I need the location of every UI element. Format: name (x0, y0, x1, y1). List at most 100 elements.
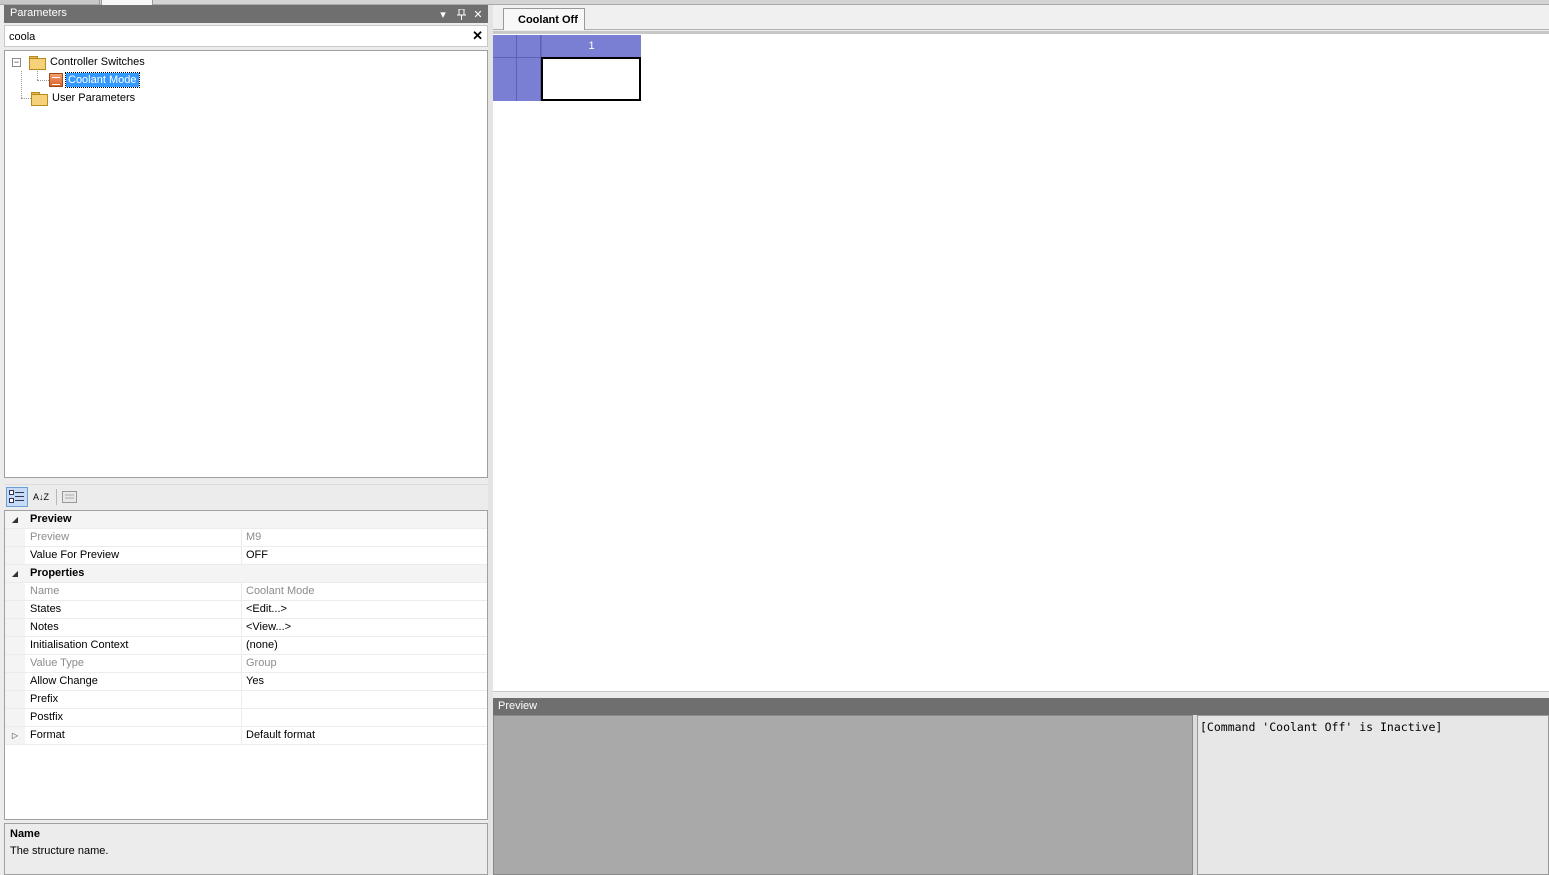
tree-node-label: Coolant Mode (65, 72, 140, 88)
property-row-notes[interactable]: Notes <View...> (5, 619, 487, 637)
folder-icon (31, 92, 48, 106)
property-row-value-type[interactable]: Value Type Group (5, 655, 487, 673)
property-name: Format (30, 729, 65, 741)
tree-node-coolant-mode[interactable]: Coolant Mode (49, 71, 140, 89)
row-gutter (5, 709, 25, 726)
property-value[interactable]: Group (241, 655, 487, 672)
tree-node-controller-switches[interactable]: − Controller Switches (12, 53, 147, 71)
preview-output-pane: [Command 'Coolant Off' is Inactive] (1197, 715, 1549, 875)
property-grid-toolbar: A↓Z (4, 484, 488, 509)
property-name: Value Type (30, 657, 85, 669)
row-gutter (5, 673, 25, 690)
row-gutter (5, 655, 25, 672)
row-gutter (5, 583, 25, 600)
column-header[interactable]: 1 (541, 35, 641, 57)
property-name: States (30, 603, 62, 615)
property-value[interactable]: Default format (241, 727, 487, 744)
row-gutter (5, 547, 25, 564)
row-gutter (5, 601, 25, 618)
grid-cell-selected[interactable] (541, 57, 641, 101)
alphabetical-sort-button[interactable]: A↓Z (30, 487, 52, 507)
tree-guide-line (21, 71, 22, 98)
parameters-panel-title: Parameters (10, 7, 67, 19)
property-name: Prefix (30, 693, 59, 705)
property-row-allow-change[interactable]: Allow Change Yes (5, 673, 487, 691)
row-gutter (5, 529, 25, 546)
parameters-panel-header: Parameters ▾ ✕ (4, 5, 488, 23)
tree-node-user-parameters[interactable]: User Parameters (31, 89, 137, 107)
property-name: Allow Change (30, 675, 98, 687)
preview-canvas (493, 715, 1193, 875)
property-row-value-for-preview[interactable]: Value For Preview OFF (5, 547, 487, 565)
property-row-prefix[interactable]: Prefix (5, 691, 487, 709)
row-gutter (5, 691, 25, 708)
categorized-icon (9, 490, 24, 503)
sort-az-icon: A↓Z (32, 492, 49, 502)
preview-panel-title: Preview (498, 700, 538, 712)
top-tab-inactive[interactable] (0, 0, 100, 4)
tree-node-label: Controller Switches (50, 56, 145, 68)
tree-guide-line (37, 80, 49, 81)
property-value[interactable]: OFF (241, 547, 487, 564)
grid-corner-cell[interactable] (493, 35, 517, 57)
category-preview[interactable]: ◢ Preview (5, 511, 487, 529)
property-row-name[interactable]: Name Coolant Mode (5, 583, 487, 601)
property-pages-icon (61, 491, 77, 503)
property-name: Notes (30, 621, 59, 633)
expanded-icon[interactable]: ◢ (5, 565, 25, 582)
property-value[interactable]: (none) (241, 637, 487, 654)
tab-coolant-off[interactable]: Coolant Off (503, 8, 585, 30)
help-title: Name (10, 828, 40, 840)
property-value[interactable]: <Edit...> (241, 601, 487, 618)
command-grid-editor: 1 (493, 31, 1549, 692)
panel-menu-dropdown-icon[interactable]: ▾ (436, 6, 450, 22)
document-tab-bar: Coolant Off (493, 5, 1549, 30)
preview-output-text: [Command 'Coolant Off' is Inactive] (1200, 720, 1443, 734)
parameter-icon (49, 73, 63, 87)
property-value[interactable] (241, 709, 487, 726)
property-value[interactable]: Coolant Mode (241, 583, 487, 600)
close-panel-icon[interactable]: ✕ (471, 6, 485, 22)
clear-search-icon[interactable]: ✕ (472, 28, 483, 44)
row-header[interactable] (517, 57, 541, 101)
pin-icon-svg (456, 8, 466, 20)
property-grid: ◢ Preview Preview M9 Value For Preview O… (4, 510, 488, 820)
property-row-initialisation-context[interactable]: Initialisation Context (none) (5, 637, 487, 655)
search-input[interactable] (9, 29, 459, 44)
category-label: Properties (30, 567, 85, 579)
tree-guide-line (21, 98, 31, 99)
property-row-preview[interactable]: Preview M9 (5, 529, 487, 547)
preview-panel-header: Preview (493, 698, 1549, 715)
grid-corner-cell[interactable] (517, 35, 541, 57)
property-name: Postfix (30, 711, 64, 723)
row-gutter (5, 619, 25, 636)
property-value[interactable]: <View...> (241, 619, 487, 636)
search-box: ✕ (4, 25, 488, 47)
collapsed-icon[interactable]: ▷ (5, 727, 25, 744)
property-name: Preview (30, 531, 70, 543)
property-name: Name (30, 585, 60, 597)
pin-icon[interactable] (454, 6, 468, 22)
expanded-icon[interactable]: ◢ (5, 511, 25, 528)
property-row-postfix[interactable]: Postfix (5, 709, 487, 727)
property-row-format[interactable]: ▷ Format Default format (5, 727, 487, 745)
collapse-icon[interactable]: − (12, 57, 21, 67)
folder-icon (29, 56, 46, 70)
category-properties[interactable]: ◢ Properties (5, 565, 487, 583)
row-header[interactable] (493, 57, 517, 101)
property-value[interactable]: M9 (241, 529, 487, 546)
property-value[interactable]: Yes (241, 673, 487, 690)
property-name: Initialisation Context (30, 639, 129, 651)
parameter-tree: − Controller Switches Coolant Mode User … (4, 50, 488, 478)
category-label: Preview (30, 513, 72, 525)
categorized-view-button[interactable] (6, 487, 28, 507)
property-pages-button[interactable] (58, 487, 80, 507)
property-name: Value For Preview (30, 549, 120, 561)
property-value[interactable] (241, 691, 487, 708)
row-gutter (5, 637, 25, 654)
property-row-states[interactable]: States <Edit...> (5, 601, 487, 619)
toolbar-separator (56, 489, 57, 505)
property-help-pane: Name The structure name. (4, 823, 488, 875)
help-description: The structure name. (10, 845, 109, 857)
tree-node-label: User Parameters (52, 92, 136, 104)
